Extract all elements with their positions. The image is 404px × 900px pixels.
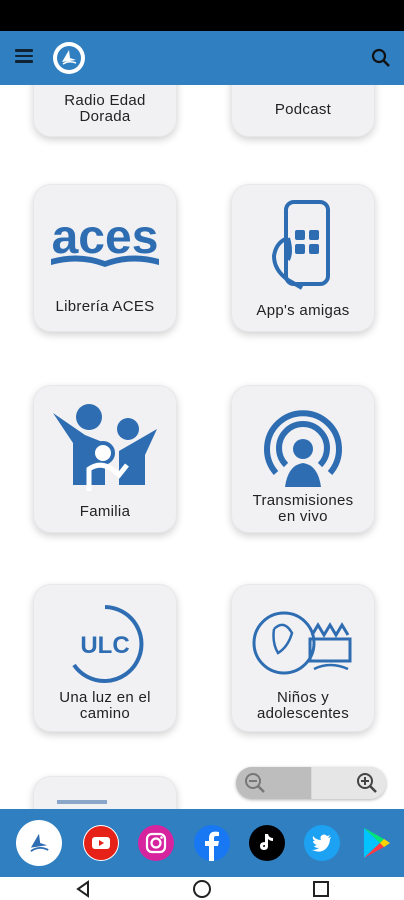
- family-icon: [33, 399, 177, 491]
- zoom-control: [236, 767, 386, 799]
- tile-podcast[interactable]: Podcast: [231, 85, 375, 137]
- zoom-in-icon[interactable]: [312, 767, 386, 799]
- tile-familia[interactable]: Familia: [33, 385, 177, 533]
- tile-libreria-aces[interactable]: aces Librería ACES: [33, 184, 177, 332]
- google-play-icon[interactable]: [358, 825, 394, 861]
- status-bar: [0, 0, 404, 31]
- tile-una-luz-en-el-camino[interactable]: ULC Una luz en el camino: [33, 584, 177, 732]
- tile-apps-amigas[interactable]: App's amigas: [231, 184, 375, 332]
- tile-radio-edad-dorada[interactable]: Radio Edad Dorada: [33, 85, 177, 137]
- zoom-out-icon[interactable]: [236, 767, 311, 799]
- live-broadcast-icon: [231, 403, 375, 495]
- social-bar: [0, 809, 404, 877]
- tile-label: Radio Edad Dorada: [64, 92, 146, 125]
- back-icon[interactable]: [74, 880, 92, 898]
- tile-label: Niños y adolescentes: [257, 689, 349, 722]
- twitter-icon[interactable]: [304, 825, 340, 861]
- tile-label: Podcast: [274, 101, 332, 118]
- ulc-icon: ULC: [33, 598, 177, 690]
- tiktok-icon[interactable]: [249, 825, 285, 861]
- tile-transmisiones-en-vivo[interactable]: Transmisiones en vivo: [231, 385, 375, 533]
- system-nav-bar: [0, 877, 404, 900]
- menu-icon[interactable]: [12, 46, 36, 70]
- tile-partial[interactable]: [33, 776, 177, 809]
- recents-icon[interactable]: [312, 880, 330, 898]
- svg-text:ULC: ULC: [80, 632, 129, 659]
- tile-label: Transmisiones en vivo: [252, 492, 354, 525]
- tile-label: Familia: [79, 503, 131, 520]
- home-icon[interactable]: [192, 879, 212, 899]
- youtube-icon[interactable]: [83, 825, 119, 861]
- aces-book-icon: aces: [33, 198, 177, 290]
- search-icon[interactable]: [370, 47, 392, 69]
- instagram-icon[interactable]: [138, 825, 174, 861]
- tile-label: Una luz en el camino: [59, 689, 151, 722]
- tile-label: Librería ACES: [55, 298, 155, 315]
- partial-tile-graphic: [57, 800, 107, 804]
- app-bar: [0, 31, 404, 85]
- adventist-logo-icon[interactable]: [53, 42, 85, 74]
- kids-icon: [231, 598, 375, 690]
- tile-grid: Radio Edad Dorada Podcast aces Librería A…: [0, 85, 404, 809]
- tile-label: App's amigas: [256, 302, 350, 319]
- adventist-logo-icon[interactable]: [16, 820, 62, 866]
- phone-apps-icon: [231, 198, 375, 290]
- facebook-icon[interactable]: [194, 825, 230, 861]
- tile-ninos-y-adolescentes[interactable]: Niños y adolescentes: [231, 584, 375, 732]
